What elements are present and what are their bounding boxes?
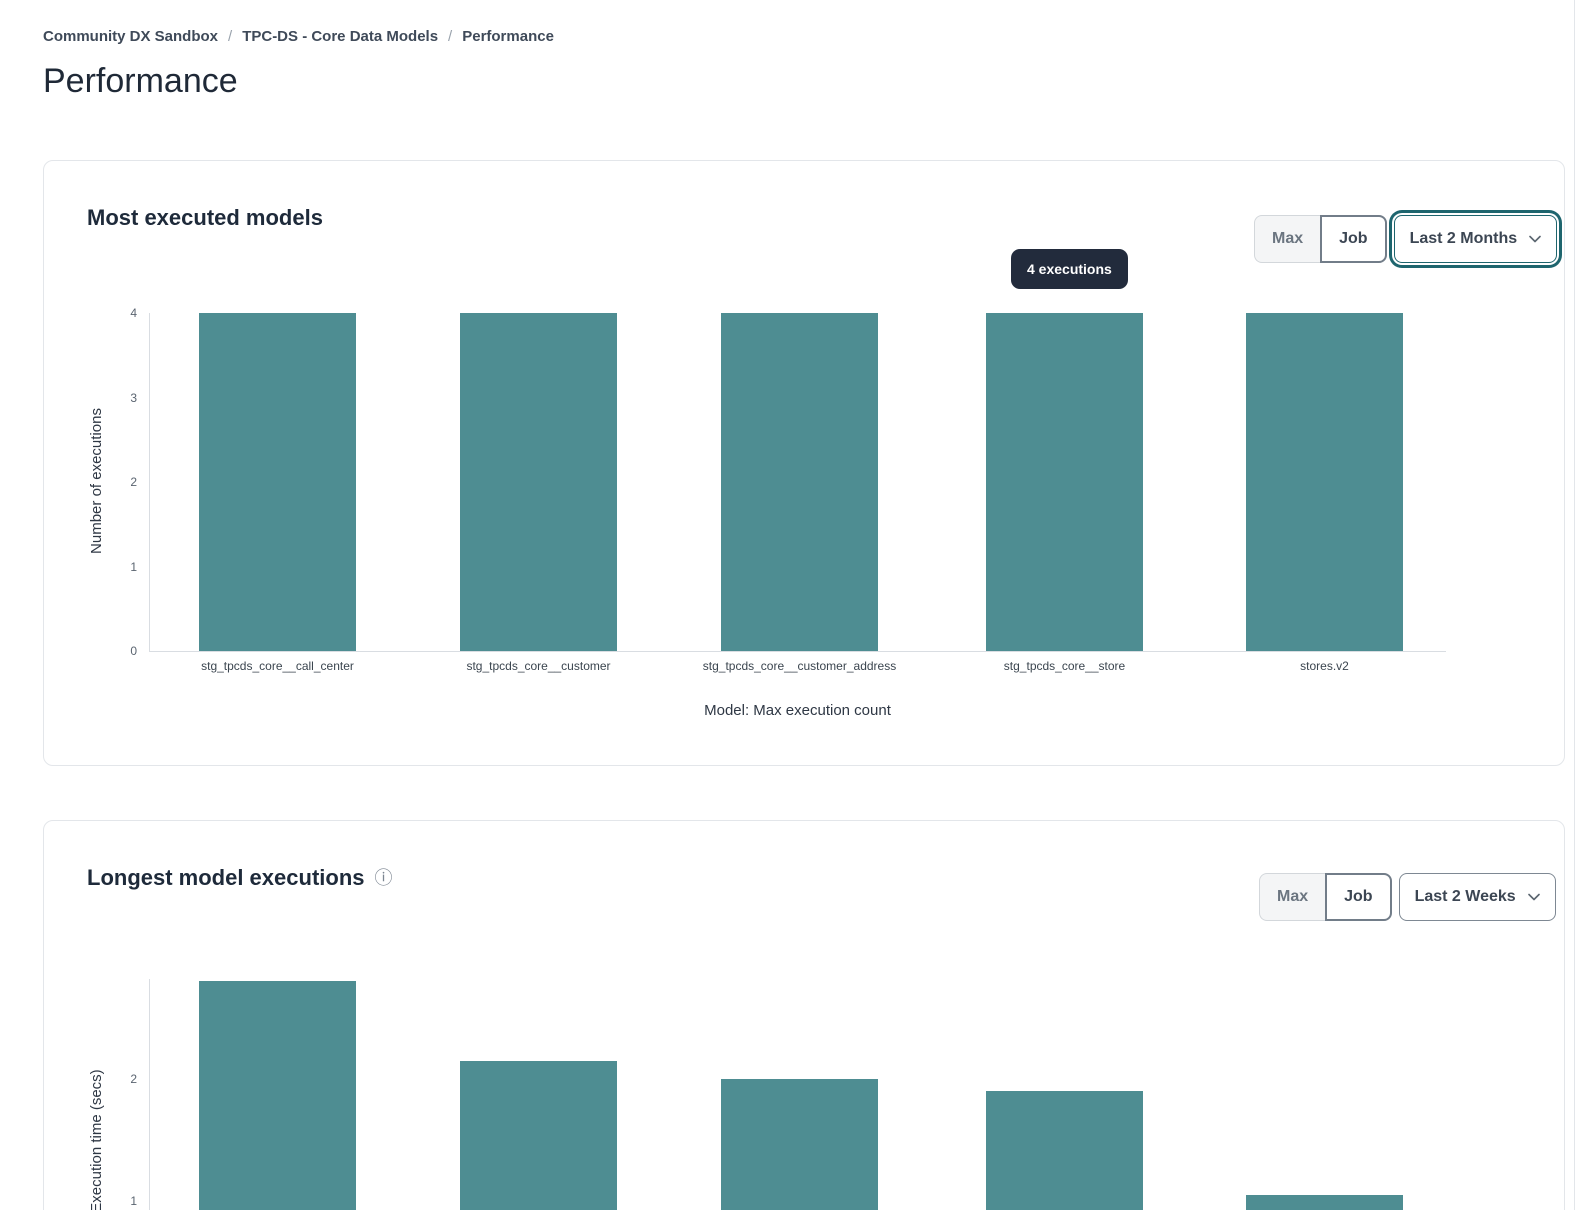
y-tick-0: 0 [97, 644, 137, 658]
x-tick-label: stores.v2 [1195, 659, 1455, 673]
y-tick-2: 2 [97, 475, 137, 489]
bar-4[interactable] [986, 1091, 1143, 1210]
page-title: Performance [43, 62, 238, 101]
x-tick-label: stg_tpcds_core__customer [409, 659, 669, 673]
x-tick-label: stg_tpcds_core__customer_address [670, 659, 930, 673]
bar-5[interactable] [1246, 1195, 1403, 1210]
x-axis-title: Model: Max execution count [149, 702, 1446, 719]
breadcrumb-item-models[interactable]: TPC-DS - Core Data Models [242, 28, 438, 45]
y-axis-line [149, 313, 150, 651]
x-tick-label: stg_tpcds_core__store [935, 659, 1195, 673]
y-axis-line [149, 979, 150, 1210]
bar-stg_tpcds_core__store[interactable] [986, 313, 1143, 651]
breadcrumb-item-project[interactable]: Community DX Sandbox [43, 28, 218, 45]
y-tick-1: 1 [97, 560, 137, 574]
x-tick-label: stg_tpcds_core__call_center [148, 659, 408, 673]
breadcrumb-separator: / [448, 28, 452, 45]
y-axis-label: Execution time (secs) [87, 991, 107, 1210]
longest-model-executions-chart: Execution time (secs) 1 2 [44, 821, 1564, 1210]
performance-page: Community DX Sandbox / TPC-DS - Core Dat… [0, 0, 1584, 1210]
bar-stg_tpcds_core__customer_address[interactable] [721, 313, 878, 651]
breadcrumb-item-current: Performance [462, 28, 554, 45]
chart-tooltip: 4 executions [1011, 249, 1128, 289]
bar-1[interactable] [199, 981, 356, 1210]
y-tick-3: 3 [97, 391, 137, 405]
y-tick-4: 4 [97, 306, 137, 320]
y-tick-2: 2 [97, 1072, 137, 1086]
bar-stg_tpcds_core__call_center[interactable] [199, 313, 356, 651]
y-tick-1: 1 [97, 1194, 137, 1208]
most-executed-models-card: Most executed models Max Job Last 2 Mont… [43, 160, 1565, 766]
x-axis-line [149, 651, 1446, 652]
bar-stores.v2[interactable] [1246, 313, 1403, 651]
bar-3[interactable] [721, 1079, 878, 1210]
bar-2[interactable] [460, 1061, 617, 1210]
breadcrumb: Community DX Sandbox / TPC-DS - Core Dat… [43, 28, 554, 45]
longest-model-executions-card: Longest model executions ⓘ Max Job Last … [43, 820, 1565, 1210]
bar-stg_tpcds_core__customer[interactable] [460, 313, 617, 651]
breadcrumb-separator: / [228, 28, 232, 45]
page-right-divider [1574, 0, 1575, 1210]
most-executed-models-chart: Number of executions Model: Max executio… [44, 161, 1564, 765]
